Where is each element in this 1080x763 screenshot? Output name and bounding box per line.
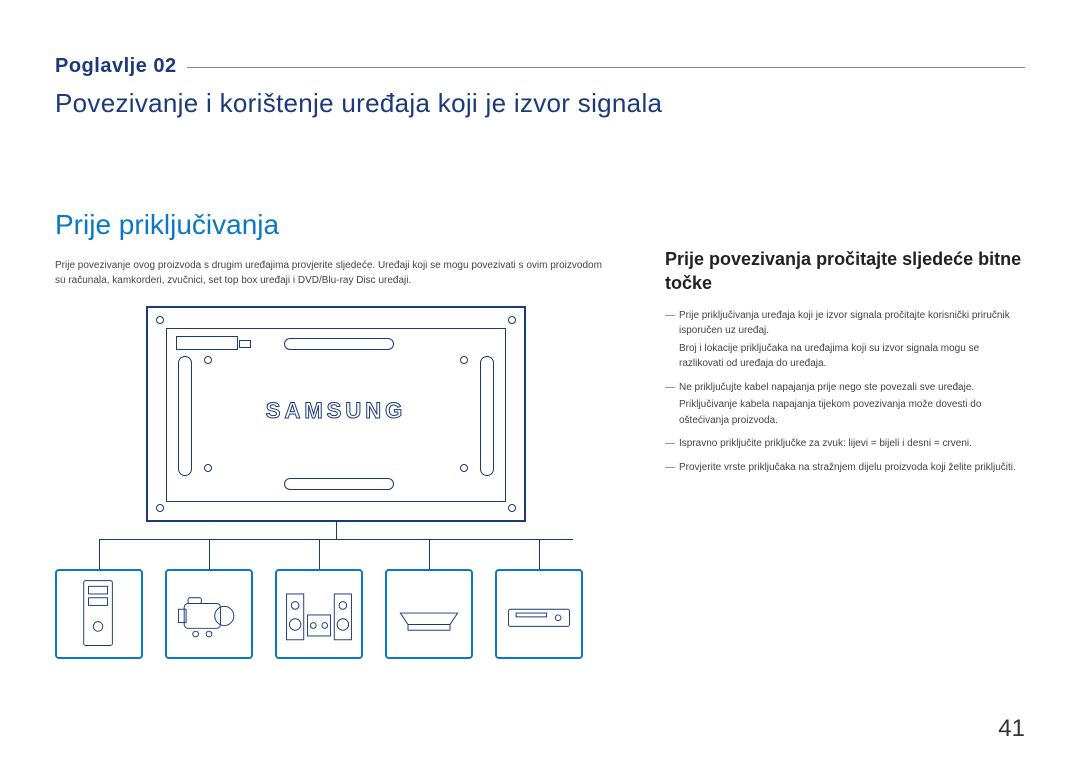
device-pc-icon [55,569,143,659]
bullet-subtext: Broj i lokacije priključaka na uređajima… [679,341,1025,372]
right-column: Prije povezivanja pročitajte sljedeće bi… [665,259,1025,659]
chapter-label: Poglavlje 02 [55,55,177,78]
device-camcorder-icon [165,569,253,659]
page-number: 41 [998,715,1025,743]
right-heading: Prije povezivanja pročitajte sljedeće bi… [665,247,1025,296]
chapter-rule [187,67,1025,68]
chapter-title: Povezivanje i korištenje uređaja koji je… [55,88,1025,119]
device-dvd-icon [495,569,583,659]
bullet-item: Provjerite vrste priključaka na stražnje… [665,460,1025,476]
bullet-item: Prije priključivanja uređaja koji je izv… [665,308,1025,372]
content-columns: Prije povezivanje ovog proizvoda s drugi… [55,259,1025,659]
intro-text: Prije povezivanje ovog proizvoda s drugi… [55,259,615,288]
connection-tree [55,521,617,569]
bullet-item: Ne priključujte kabel napajanja prije ne… [665,380,1025,429]
device-settopbox-icon [385,569,473,659]
monitor-back-illustration: SAMSUNG [146,306,526,522]
bullet-text: Ne priključujte kabel napajanja prije ne… [679,382,974,393]
section-title: Prije priključivanja [55,209,1025,241]
page: Poglavlje 02 Povezivanje i korištenje ur… [0,0,1080,763]
bullet-subtext: Priključivanje kabela napajanja tijekom … [679,397,1025,428]
chapter-header: Poglavlje 02 [55,55,1025,78]
connection-diagram: SAMSUNG [55,306,617,659]
bullet-item: Ispravno priključite priključke za zvuk:… [665,436,1025,452]
bullet-text: Ispravno priključite priključke za zvuk:… [679,438,972,449]
left-column: Prije povezivanje ovog proizvoda s drugi… [55,259,617,659]
device-row [55,569,617,659]
bullet-text: Provjerite vrste priključaka na stražnje… [679,462,1016,473]
bullet-text: Prije priključivanja uređaja koji je izv… [679,310,1010,337]
device-speakers-icon [275,569,363,659]
brand-logo: SAMSUNG [148,398,524,424]
bullet-list: Prije priključivanja uređaja koji je izv… [665,308,1025,476]
